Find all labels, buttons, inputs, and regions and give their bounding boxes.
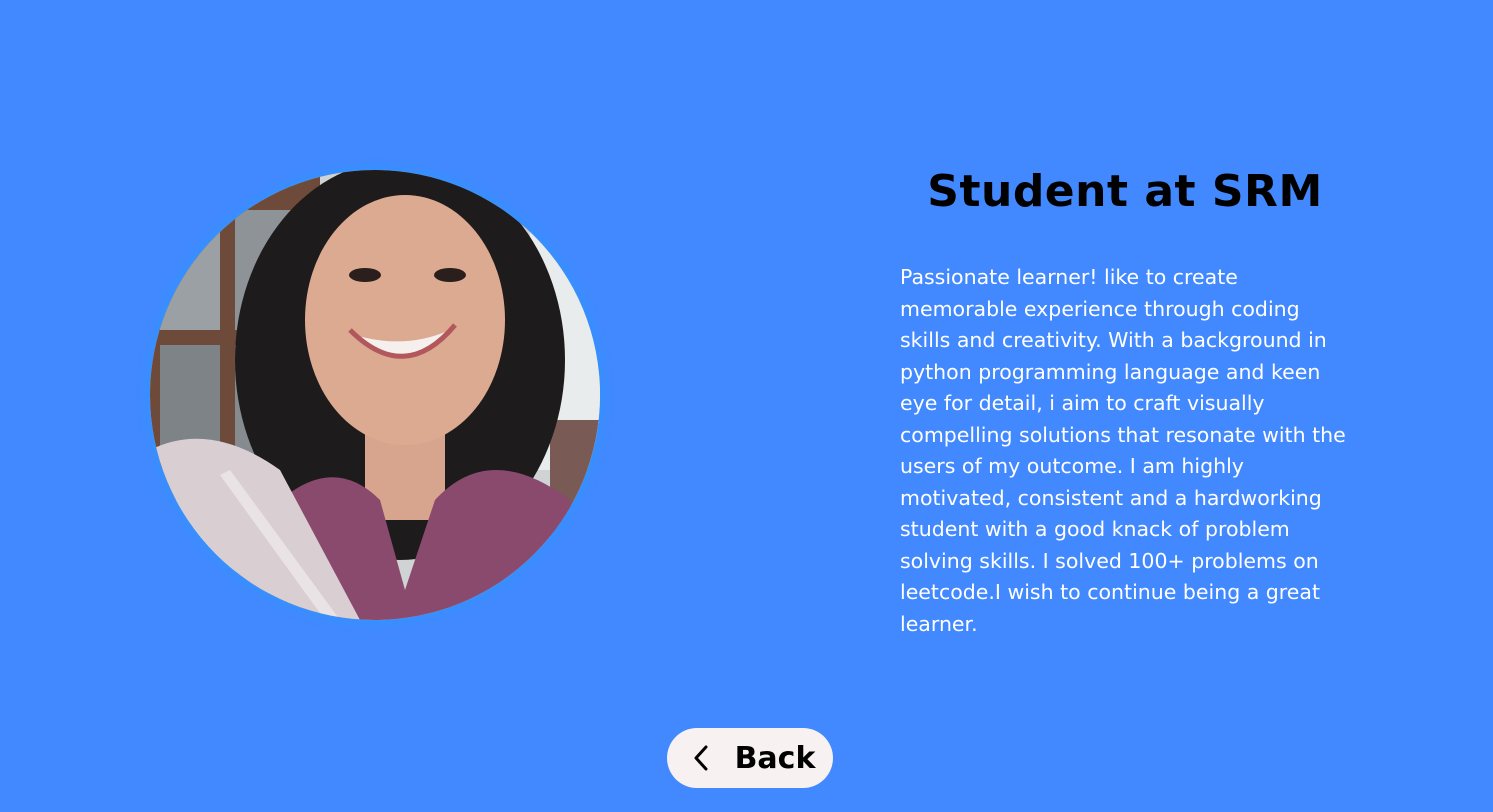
back-button[interactable]: Back: [667, 728, 833, 788]
page-title: Student at SRM: [927, 166, 1323, 217]
bio-text: Passionate learner! like to create memor…: [900, 265, 1346, 636]
back-label: Back: [734, 740, 816, 776]
chevron-left-icon: [691, 744, 713, 772]
profile-photo: [150, 170, 600, 620]
profile-content: Student at SRM Passionate learner! like …: [900, 160, 1350, 640]
